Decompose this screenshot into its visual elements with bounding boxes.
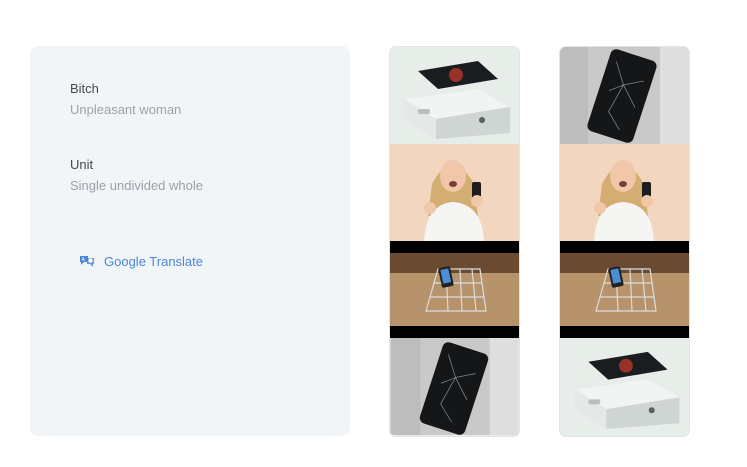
- thumbnail-woman-holding-phone[interactable]: [390, 144, 519, 241]
- definition-card: Bitch Unpleasant woman Unit Single undiv…: [30, 46, 350, 436]
- translate-icon: A: [78, 252, 96, 270]
- definition-meaning: Unpleasant woman: [70, 102, 182, 117]
- thumbnail-phone-in-cart[interactable]: [390, 241, 519, 338]
- thumbnail-strip-left[interactable]: [390, 47, 519, 436]
- definition-meaning: Single undivided whole: [70, 178, 203, 193]
- google-translate-link[interactable]: A Google Translate: [78, 252, 203, 270]
- thumbnail-woman-holding-phone[interactable]: [560, 144, 689, 241]
- thumbnail-cracked-phone[interactable]: [560, 47, 689, 144]
- definition-word: Unit: [70, 157, 94, 172]
- svg-text:A: A: [82, 257, 86, 263]
- thumbnail-phone-in-box[interactable]: [390, 47, 519, 144]
- thumbnail-phone-in-box[interactable]: [560, 338, 689, 435]
- thumbnail-phone-in-cart[interactable]: [560, 241, 689, 338]
- definition-item: Bitch Unpleasant woman: [70, 81, 181, 117]
- thumbnail-strip-right[interactable]: [560, 47, 689, 436]
- thumbnail-cracked-phone[interactable]: [390, 338, 519, 435]
- definition-word: Bitch: [70, 81, 99, 96]
- google-translate-label: Google Translate: [104, 253, 204, 269]
- definition-item: Unit Single undivided whole: [70, 157, 203, 193]
